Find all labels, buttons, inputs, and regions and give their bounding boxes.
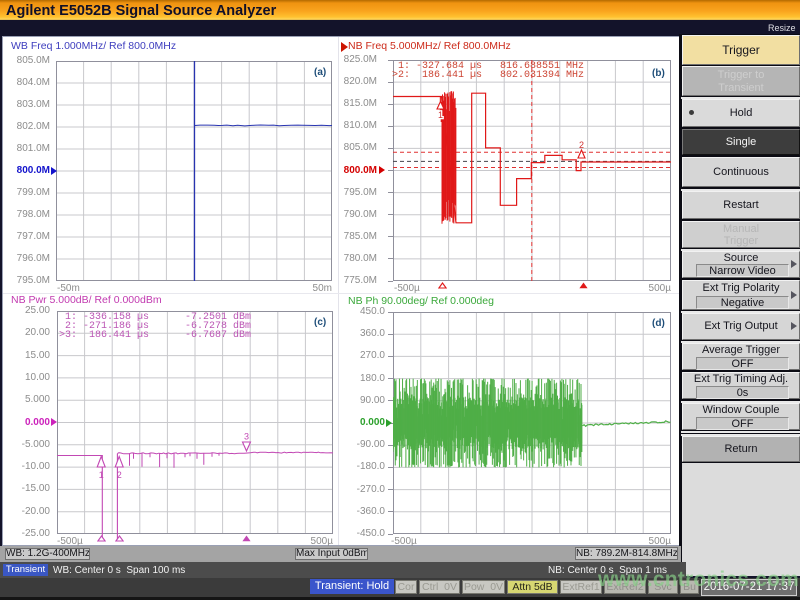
svg-text:1: 1 <box>438 110 443 120</box>
svg-text:2: 2 <box>117 470 122 480</box>
svg-text:2: 2 <box>579 140 584 150</box>
svg-text:1: 1 <box>99 470 104 480</box>
svg-text:3: 3 <box>244 432 249 442</box>
